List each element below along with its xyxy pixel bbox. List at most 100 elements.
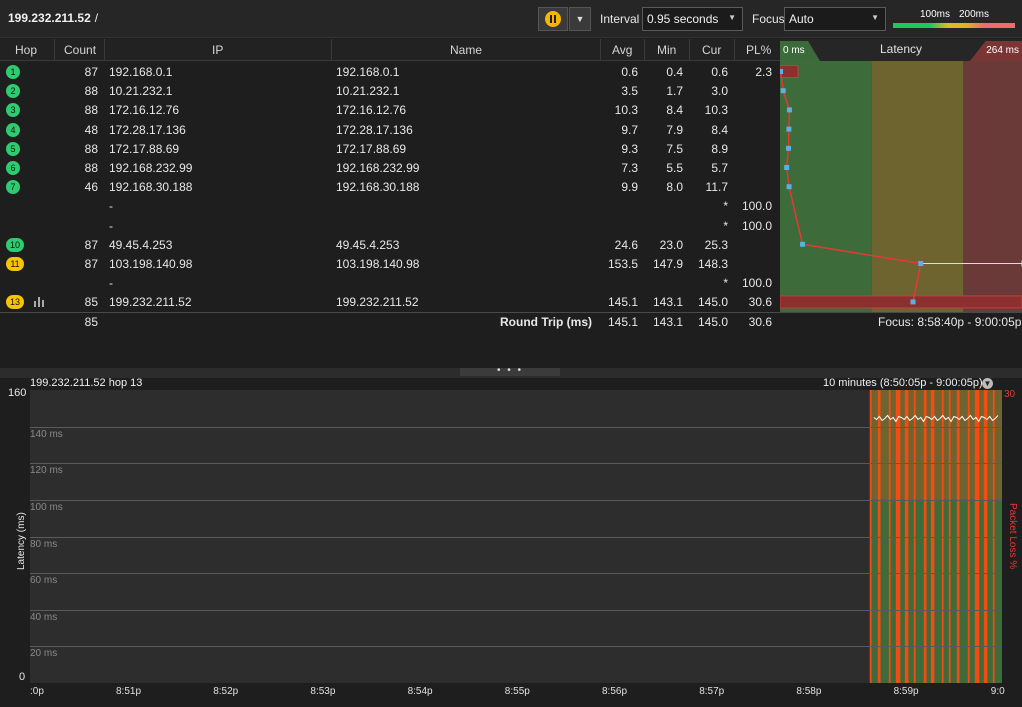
- hop-row[interactable]: 5 88 172.17.88.69 172.17.88.69 9.3 7.5 8.9: [0, 139, 780, 158]
- hop-count: 87: [84, 257, 98, 271]
- hop-avg: 0.6: [621, 65, 638, 79]
- total-avg: 145.1: [607, 315, 638, 329]
- hop-number-badge: 10: [6, 237, 24, 252]
- latency-chart: [780, 61, 1022, 312]
- x-tick-label: 8:58p: [796, 686, 822, 697]
- hop-number-badge: 1: [6, 65, 20, 79]
- hop-number-badge: 11: [6, 257, 24, 271]
- header-min[interactable]: Min: [657, 43, 676, 57]
- hop-row[interactable]: 13 85 199.232.211.52 199.232.211.52 145.1 143…: [0, 292, 780, 311]
- pause-icon: [545, 11, 561, 27]
- latency-avg-point: [800, 241, 806, 247]
- x-tick-label: 8:57p: [699, 686, 725, 697]
- hop-min: 143.1: [652, 295, 683, 310]
- total-cur: 145.0: [697, 315, 728, 329]
- hop-cur: 10.3: [704, 103, 728, 118]
- y-axis-label: Latency (ms): [16, 512, 27, 570]
- legend-low-label: 100ms: [920, 9, 951, 20]
- hop-name: 192.168.232.99: [336, 161, 420, 175]
- hop-avg: 145.1: [607, 295, 638, 310]
- hop-row[interactable]: 10 87 49.45.4.253 49.45.4.253 24.6 23.0 25.3: [0, 235, 780, 254]
- hop-row[interactable]: 2 88 10.21.232.1 10.21.232.1 3.5 1.7 3.0: [0, 81, 780, 100]
- total-pl: 30.6: [748, 315, 772, 329]
- column-divider: [104, 39, 105, 61]
- history-chart: 140 ms 120 ms 100 ms 80 ms 60 ms 40 ms 20 ms: [30, 390, 1002, 683]
- target-suffix: /: [94, 11, 99, 25]
- hop-cur: *: [723, 218, 728, 233]
- hop-row[interactable]: 3 88 172.16.12.76 172.16.12.76 10.3 8.4 10.3: [0, 100, 780, 119]
- interval-value: 0.95 seconds: [647, 12, 719, 26]
- hop-avg: 10.3: [614, 103, 638, 118]
- header-count[interactable]: Count: [64, 43, 96, 57]
- hop-cur: 0.6: [711, 65, 728, 79]
- hop-cur: 148.3: [697, 257, 728, 271]
- hop-min: 147.9: [652, 257, 683, 271]
- chevron-down-icon[interactable]: ▼: [982, 378, 993, 389]
- hop-row[interactable]: - * 100.0: [0, 273, 780, 292]
- latency-avg-point: [918, 261, 924, 266]
- x-tick-label: 8:52p: [213, 686, 239, 697]
- hop-cur: *: [723, 199, 728, 214]
- column-divider: [644, 39, 645, 61]
- focus-label: Focus: [752, 12, 785, 26]
- hop-ip: -: [109, 199, 113, 214]
- latency-avg-point: [786, 145, 792, 151]
- latency-max-label: 264 ms: [970, 41, 1022, 61]
- chevron-down-icon: ▼: [575, 14, 585, 24]
- history-range[interactable]: 10 minutes (8:50:05p - 9:00:05p): [823, 377, 983, 389]
- hop-pl: 100.0: [741, 199, 772, 214]
- hop-number-badge: 6: [6, 161, 20, 175]
- hop-number-badge: 3: [6, 103, 20, 118]
- hop-count: 87: [84, 65, 98, 79]
- hop-ip: 49.45.4.253: [109, 237, 173, 252]
- focus-range: Focus: 8:58:40p - 9:00:05p: [878, 315, 1022, 329]
- hop-min: 0.4: [666, 65, 683, 79]
- x-tick-label: 8:54p: [407, 686, 433, 697]
- hop-ip: 172.16.12.76: [109, 103, 180, 118]
- bar-chart-icon[interactable]: [34, 297, 46, 308]
- header-name[interactable]: Name: [450, 43, 482, 57]
- header-cur[interactable]: Cur: [702, 43, 721, 57]
- hop-min: 5.5: [666, 161, 683, 175]
- latency-avg-point: [780, 88, 786, 94]
- hop-number-badge: 7: [6, 180, 20, 195]
- hop-row[interactable]: - * 100.0: [0, 196, 780, 215]
- hop-cur: 5.7: [711, 161, 728, 175]
- hop-number-badge: 2: [6, 84, 20, 99]
- y-axis-min: 0: [19, 671, 26, 683]
- focus-select[interactable]: Auto ▼: [784, 7, 886, 31]
- hop-row[interactable]: 4 48 172.28.17.136 172.28.17.136 9.7 7.9 8.4: [0, 120, 780, 139]
- focus-value: Auto: [789, 12, 814, 26]
- hop-ip: 192.168.30.188: [109, 180, 193, 195]
- header-avg[interactable]: Avg: [612, 43, 632, 57]
- hop-row[interactable]: 6 88 192.168.232.99 192.168.232.99 7.3 5.5 5.7: [0, 158, 780, 177]
- header-ip[interactable]: IP: [212, 43, 223, 57]
- interval-select[interactable]: 0.95 seconds ▼: [642, 7, 743, 31]
- hop-cur: 3.0: [711, 84, 728, 99]
- header-pl[interactable]: PL%: [746, 43, 771, 57]
- packet-loss-bar: [780, 295, 1022, 309]
- hop-row[interactable]: 11 87 103.198.140.98 103.198.140.98 153.5 147…: [0, 254, 780, 273]
- latency-avg-point: [786, 107, 792, 113]
- hop-ip: 192.168.232.99: [109, 161, 193, 175]
- hop-name: 199.232.211.52: [336, 295, 419, 310]
- hop-ip: 172.17.88.69: [109, 141, 180, 156]
- hop-min: 7.9: [666, 122, 683, 137]
- pause-button[interactable]: [538, 7, 568, 31]
- hop-name: 172.17.88.69: [336, 141, 407, 156]
- hop-row[interactable]: 7 46 192.168.30.188 192.168.30.188 9.9 8.0 11.…: [0, 177, 780, 196]
- splitter-grip[interactable]: • • •: [460, 366, 560, 376]
- hop-min: 23.0: [659, 237, 683, 252]
- hop-row[interactable]: - * 100.0: [0, 216, 780, 235]
- gridline-label: 100 ms: [30, 501, 63, 513]
- pause-dropdown-button[interactable]: ▼: [569, 7, 591, 31]
- hop-avg: 9.3: [621, 141, 638, 156]
- latency-min-label: 0 ms: [780, 41, 820, 61]
- latency-legend: 100ms 200ms: [893, 8, 1015, 30]
- hop-ip: 103.198.140.98: [109, 257, 193, 271]
- header-hop[interactable]: Hop: [15, 43, 37, 57]
- hop-row[interactable]: 1 87 192.168.0.1 192.168.0.1 0.6 0.4 0.6 2.3: [0, 62, 780, 81]
- gridline-label: 120 ms: [30, 465, 63, 477]
- hop-number-badge: 4: [6, 122, 20, 137]
- hop-name: 192.168.0.1: [336, 65, 400, 79]
